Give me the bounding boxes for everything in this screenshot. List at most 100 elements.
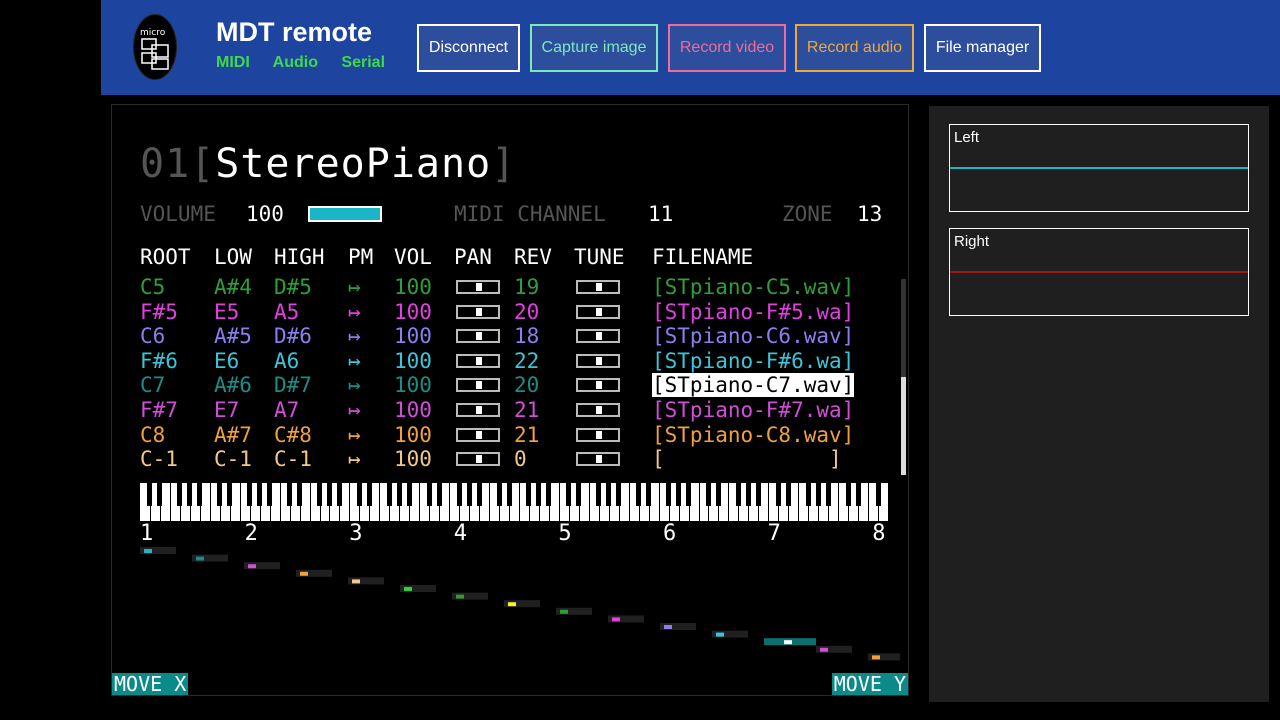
- black-key[interactable]: [596, 483, 602, 506]
- row-file[interactable]: [STpiano-C5.wav]: [652, 275, 854, 299]
- black-key[interactable]: [317, 483, 323, 506]
- row-file[interactable]: [ ]: [652, 447, 842, 471]
- pan-slider[interactable]: [456, 403, 500, 417]
- slider-knob: [476, 455, 482, 464]
- tune-slider[interactable]: [576, 304, 620, 319]
- black-key[interactable]: [636, 483, 642, 506]
- row-file[interactable]: [STpiano-F#5.wa]: [652, 300, 854, 324]
- black-key[interactable]: [157, 483, 163, 506]
- row-file[interactable]: [STpiano-F#6.wa]: [652, 349, 854, 373]
- tune-slider[interactable]: [576, 329, 620, 344]
- piano-keyboard[interactable]: [140, 483, 888, 521]
- black-key[interactable]: [775, 483, 781, 506]
- black-key[interactable]: [875, 483, 881, 506]
- pan-slider[interactable]: [456, 280, 500, 294]
- black-key[interactable]: [815, 483, 821, 506]
- device-screen[interactable]: 01[StereoPiano] VOLUME 100 MIDI CHANNEL …: [111, 104, 909, 696]
- right-channel-meter: Right: [949, 228, 1249, 316]
- tune-slider[interactable]: [576, 353, 620, 368]
- black-key[interactable]: [735, 483, 741, 506]
- black-key[interactable]: [745, 483, 751, 506]
- capture-image-button[interactable]: Capture image: [530, 24, 658, 72]
- pan-slider[interactable]: [456, 329, 500, 344]
- black-key[interactable]: [456, 483, 462, 506]
- row-file[interactable]: [STpiano-C7.wav]: [652, 373, 855, 398]
- black-key[interactable]: [147, 483, 153, 506]
- left-channel-meter: Left: [949, 124, 1249, 212]
- black-key[interactable]: [536, 483, 542, 506]
- file-manager-button[interactable]: File manager: [924, 24, 1041, 72]
- tune-slider[interactable]: [576, 452, 620, 467]
- pan-slider[interactable]: [456, 304, 500, 319]
- black-key[interactable]: [187, 483, 193, 506]
- black-key[interactable]: [666, 483, 672, 506]
- tune-slider[interactable]: [576, 427, 620, 442]
- svg-text:micro: micro: [140, 28, 166, 38]
- disconnect-button[interactable]: Disconnect: [417, 24, 520, 72]
- record-video-button[interactable]: Record video: [668, 24, 786, 72]
- black-key[interactable]: [356, 483, 362, 506]
- black-key[interactable]: [855, 483, 861, 506]
- black-key[interactable]: [406, 483, 412, 506]
- black-key[interactable]: [705, 483, 711, 506]
- black-key[interactable]: [616, 483, 622, 506]
- black-key[interactable]: [686, 483, 692, 506]
- slider-knob: [596, 406, 602, 414]
- pan-slider[interactable]: [456, 353, 500, 368]
- link-audio[interactable]: Audio: [273, 54, 318, 71]
- black-key[interactable]: [426, 483, 432, 506]
- link-serial[interactable]: Serial: [341, 54, 385, 71]
- black-key[interactable]: [257, 483, 263, 506]
- row-file[interactable]: [STpiano-C6.wav]: [652, 324, 854, 348]
- tune-slider[interactable]: [576, 403, 620, 417]
- black-key[interactable]: [825, 483, 831, 506]
- link-midi[interactable]: MIDI: [216, 54, 250, 71]
- black-key[interactable]: [336, 483, 342, 506]
- black-key[interactable]: [326, 483, 332, 506]
- black-key[interactable]: [217, 483, 223, 506]
- row-root: F#7: [140, 398, 178, 422]
- pan-slider[interactable]: [456, 427, 500, 442]
- black-key[interactable]: [476, 483, 482, 506]
- black-key[interactable]: [396, 483, 402, 506]
- black-key[interactable]: [646, 483, 652, 506]
- black-key[interactable]: [845, 483, 851, 506]
- record-audio-button[interactable]: Record audio: [795, 24, 914, 72]
- table-scrollbar[interactable]: [901, 279, 906, 475]
- tune-slider[interactable]: [576, 378, 620, 393]
- black-key[interactable]: [386, 483, 392, 506]
- black-key[interactable]: [676, 483, 682, 506]
- black-key[interactable]: [526, 483, 532, 506]
- black-key[interactable]: [267, 483, 273, 506]
- black-key[interactable]: [297, 483, 303, 506]
- move-y-label[interactable]: MOVE Y: [831, 673, 908, 695]
- tune-slider[interactable]: [576, 280, 620, 294]
- black-key[interactable]: [366, 483, 372, 506]
- black-key[interactable]: [496, 483, 502, 506]
- black-key[interactable]: [466, 483, 472, 506]
- pan-slider[interactable]: [456, 378, 500, 393]
- black-key[interactable]: [546, 483, 552, 506]
- move-x-label[interactable]: MOVE X: [112, 673, 189, 695]
- black-key[interactable]: [755, 483, 761, 506]
- key-separator: [728, 483, 730, 521]
- black-key[interactable]: [247, 483, 253, 506]
- black-key[interactable]: [227, 483, 233, 506]
- black-key[interactable]: [506, 483, 512, 506]
- black-key[interactable]: [197, 483, 203, 506]
- black-key[interactable]: [566, 483, 572, 506]
- scrollbar-thumb[interactable]: [901, 377, 906, 475]
- black-key[interactable]: [606, 483, 612, 506]
- row-file[interactable]: [STpiano-C8.wav]: [652, 423, 854, 447]
- black-key[interactable]: [287, 483, 293, 506]
- black-key[interactable]: [177, 483, 183, 506]
- black-key[interactable]: [576, 483, 582, 506]
- black-key[interactable]: [436, 483, 442, 506]
- row-high: C#8: [274, 422, 312, 447]
- black-key[interactable]: [785, 483, 791, 506]
- black-key[interactable]: [805, 483, 811, 506]
- row-file[interactable]: [STpiano-F#7.wa]: [652, 398, 854, 422]
- volume-bar[interactable]: [308, 206, 382, 222]
- pan-slider[interactable]: [456, 452, 500, 467]
- black-key[interactable]: [715, 483, 721, 506]
